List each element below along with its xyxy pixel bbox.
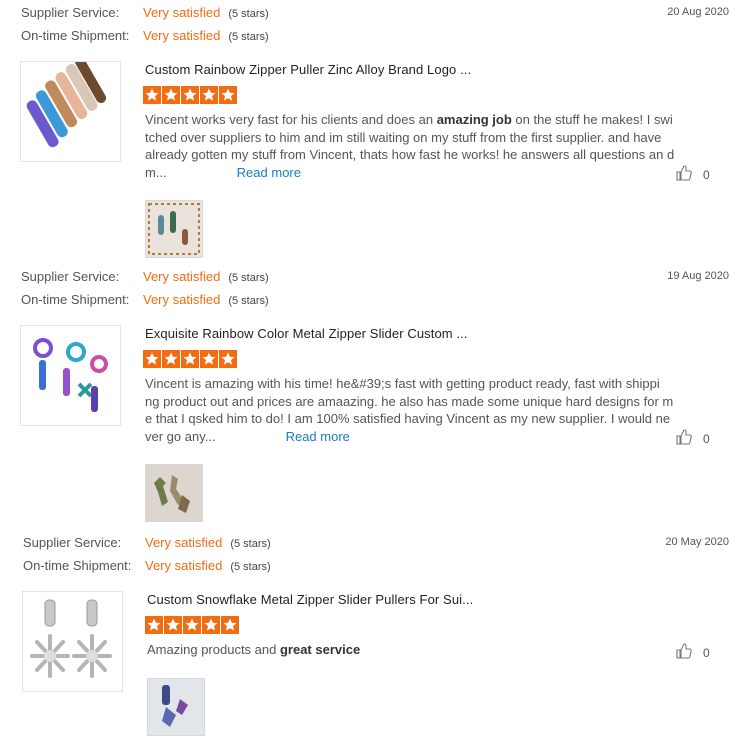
star-icon xyxy=(143,350,161,368)
shipment-label: On-time Shipment: xyxy=(23,558,132,573)
review-text: Amazing products and great service xyxy=(147,641,677,659)
star-icon xyxy=(181,86,199,104)
supplier-service-stars: (5 stars) xyxy=(230,538,271,550)
review-date: 20 May 2020 xyxy=(665,536,729,548)
review-photo[interactable] xyxy=(147,678,205,736)
read-more-link[interactable]: Read more xyxy=(286,429,350,444)
shipment-value: Very satisfied xyxy=(145,558,223,573)
star-icon xyxy=(164,616,182,634)
review-text: Vincent works very fast for his clients … xyxy=(145,111,675,181)
review-text-part: Amazing products and xyxy=(147,642,280,657)
shipment-row: On-time Shipment: Very satisfied (5 stars) xyxy=(23,558,271,573)
shipment-value: Very satisfied xyxy=(143,28,221,43)
star-icon xyxy=(200,350,218,368)
product-thumbnail[interactable] xyxy=(20,325,121,426)
rating-stars xyxy=(143,86,237,104)
shipment-stars: (5 stars) xyxy=(228,31,269,43)
star-icon xyxy=(143,86,161,104)
read-more-link[interactable]: Read more xyxy=(237,165,301,180)
star-icon xyxy=(162,86,180,104)
shipment-value: Very satisfied xyxy=(143,292,221,307)
star-icon xyxy=(145,616,163,634)
star-icon xyxy=(202,616,220,634)
star-icon xyxy=(200,86,218,104)
review-text-part: Vincent works very fast for his clients … xyxy=(145,112,437,127)
like-count: 0 xyxy=(703,431,710,446)
shipment-stars: (5 stars) xyxy=(228,295,269,307)
rating-stars xyxy=(143,350,237,368)
shipment-label: On-time Shipment: xyxy=(21,292,130,307)
review-date: 20 Aug 2020 xyxy=(667,6,729,18)
review-text: Vincent is amazing with his time! he&#39… xyxy=(145,375,675,445)
supplier-service-row: Supplier Service: Very satisfied (5 stars) xyxy=(21,269,269,284)
supplier-service-row: Supplier Service: Very satisfied (5 stars) xyxy=(21,5,269,20)
product-title[interactable]: Custom Rainbow Zipper Puller Zinc Alloy … xyxy=(145,62,471,77)
review-date: 19 Aug 2020 xyxy=(667,270,729,282)
like-count: 0 xyxy=(703,167,710,182)
thumbs-up-icon xyxy=(675,164,693,185)
shipment-stars: (5 stars) xyxy=(230,561,271,573)
star-icon xyxy=(162,350,180,368)
star-icon xyxy=(221,616,239,634)
star-icon xyxy=(181,350,199,368)
shipment-label: On-time Shipment: xyxy=(21,28,130,43)
like-button[interactable]: 0 xyxy=(675,642,735,663)
supplier-service-label: Supplier Service: xyxy=(21,269,120,284)
shipment-row: On-time Shipment: Very satisfied (5 stars) xyxy=(21,292,269,307)
shipment-row: On-time Shipment: Very satisfied (5 stars) xyxy=(21,28,269,43)
supplier-service-stars: (5 stars) xyxy=(228,8,269,20)
star-icon xyxy=(183,616,201,634)
star-icon xyxy=(219,86,237,104)
review-photo[interactable] xyxy=(145,464,203,522)
review-text-bold: amazing job xyxy=(436,112,512,127)
review-photo[interactable] xyxy=(145,200,203,258)
thumbs-up-icon xyxy=(675,428,693,449)
product-title[interactable]: Exquisite Rainbow Color Metal Zipper Sli… xyxy=(145,326,468,341)
supplier-service-row: Supplier Service: Very satisfied (5 stars) xyxy=(23,535,271,550)
rating-stars xyxy=(145,616,239,634)
supplier-service-label: Supplier Service: xyxy=(21,5,120,20)
supplier-service-label: Supplier Service: xyxy=(23,535,122,550)
review-text-bold: great service xyxy=(279,642,361,657)
supplier-service-value: Very satisfied xyxy=(143,5,221,20)
supplier-service-value: Very satisfied xyxy=(143,269,221,284)
thumbs-up-icon xyxy=(675,642,693,663)
like-button[interactable]: 0 xyxy=(675,428,735,449)
like-count: 0 xyxy=(703,645,710,660)
supplier-service-stars: (5 stars) xyxy=(228,272,269,284)
like-button[interactable]: 0 xyxy=(675,164,735,185)
product-thumbnail[interactable] xyxy=(22,591,123,692)
star-icon xyxy=(219,350,237,368)
product-title[interactable]: Custom Snowflake Metal Zipper Slider Pul… xyxy=(147,592,473,607)
supplier-service-value: Very satisfied xyxy=(145,535,223,550)
product-thumbnail[interactable] xyxy=(20,61,121,162)
review-text-part: Vincent is amazing with his time! he&#39… xyxy=(145,376,674,444)
